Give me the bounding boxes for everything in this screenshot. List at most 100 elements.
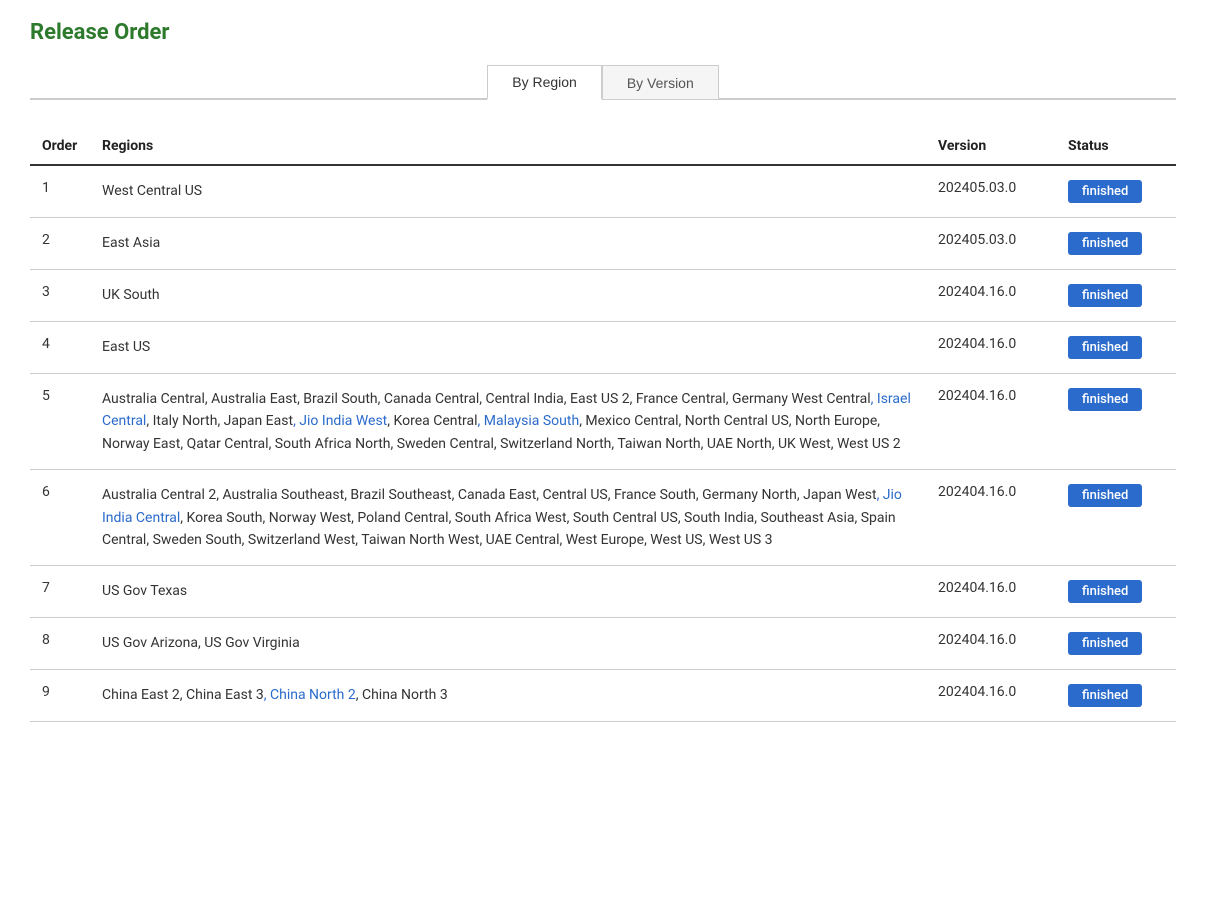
region-text: , Brazil South bbox=[297, 391, 378, 407]
region-text: , South India bbox=[678, 510, 754, 526]
table-row: 9China East 2, China East 3, China North… bbox=[30, 670, 1176, 722]
region-text: , US Gov Virginia bbox=[198, 635, 300, 651]
region-text: UK South bbox=[102, 287, 160, 303]
table-row: 5Australia Central, Australia East, Braz… bbox=[30, 374, 1176, 470]
region-text: , UK West bbox=[772, 436, 831, 452]
col-header-status: Status bbox=[1056, 130, 1176, 165]
region-text: , North Europe bbox=[789, 413, 877, 429]
cell-regions: UK South bbox=[90, 270, 926, 322]
region-text: , North Central US bbox=[679, 413, 789, 429]
region-text: West Central US bbox=[102, 183, 202, 199]
status-badge: finished bbox=[1068, 180, 1142, 203]
cell-order: 6 bbox=[30, 470, 90, 566]
status-badge: finished bbox=[1068, 336, 1142, 359]
region-text: , Italy North bbox=[146, 413, 217, 429]
table-row: 6Australia Central 2, Australia Southeas… bbox=[30, 470, 1176, 566]
cell-order: 5 bbox=[30, 374, 90, 470]
region-text: , Qatar Central bbox=[180, 436, 268, 452]
cell-status: finished bbox=[1056, 165, 1176, 218]
region-text: , South Africa West bbox=[449, 510, 567, 526]
region-text: , Brazil Southeast bbox=[344, 487, 451, 503]
table-row: 7US Gov Texas202404.16.0finished bbox=[30, 566, 1176, 618]
cell-version: 202404.16.0 bbox=[926, 374, 1056, 470]
region-text: , West Europe bbox=[560, 532, 645, 548]
region-text: , Taiwan North bbox=[611, 436, 700, 452]
region-text: , Australia East bbox=[205, 391, 297, 407]
cell-status: finished bbox=[1056, 618, 1176, 670]
cell-version: 202404.16.0 bbox=[926, 470, 1056, 566]
region-text: , Southeast Asia bbox=[754, 510, 854, 526]
cell-order: 4 bbox=[30, 322, 90, 374]
status-badge: finished bbox=[1068, 632, 1142, 655]
region-link[interactable]: , Malaysia South bbox=[478, 413, 580, 429]
page-title: Release Order bbox=[30, 20, 1176, 45]
cell-regions: China East 2, China East 3, China North … bbox=[90, 670, 926, 722]
cell-regions: US Gov Arizona, US Gov Virginia bbox=[90, 618, 926, 670]
region-text: Australia Central 2 bbox=[102, 487, 216, 503]
cell-version: 202404.16.0 bbox=[926, 670, 1056, 722]
region-text: , Canada Central bbox=[378, 391, 480, 407]
table-row: 3UK South202404.16.0finished bbox=[30, 270, 1176, 322]
region-text: , Japan East bbox=[217, 413, 293, 429]
cell-regions: West Central US bbox=[90, 165, 926, 218]
col-header-order: Order bbox=[30, 130, 90, 165]
region-text: East Asia bbox=[102, 235, 160, 251]
region-text: , Korea Central bbox=[387, 413, 477, 429]
cell-status: finished bbox=[1056, 670, 1176, 722]
region-text: , South Central US bbox=[567, 510, 678, 526]
region-text: , West US bbox=[644, 532, 703, 548]
region-text: , South Africa North bbox=[269, 436, 391, 452]
region-text: , Norway West bbox=[263, 510, 352, 526]
region-text: , Central India bbox=[479, 391, 564, 407]
table-row: 8US Gov Arizona, US Gov Virginia202404.1… bbox=[30, 618, 1176, 670]
cell-status: finished bbox=[1056, 566, 1176, 618]
col-header-regions: Regions bbox=[90, 130, 926, 165]
region-text: , Germany North bbox=[696, 487, 797, 503]
cell-version: 202404.16.0 bbox=[926, 270, 1056, 322]
status-badge: finished bbox=[1068, 484, 1142, 507]
region-text: East US bbox=[102, 339, 150, 355]
table-row: 4 East US 202404.16.0 finished bbox=[30, 322, 1176, 374]
region-link[interactable]: , Jio India West bbox=[293, 413, 387, 429]
cell-status: finished bbox=[1056, 322, 1176, 374]
status-badge: finished bbox=[1068, 580, 1142, 603]
cell-order: 9 bbox=[30, 670, 90, 722]
cell-order: 8 bbox=[30, 618, 90, 670]
region-text: , Mexico Central bbox=[579, 413, 678, 429]
tab-by-region[interactable]: By Region bbox=[487, 65, 602, 100]
region-text: , China North 3 bbox=[356, 687, 448, 703]
region-text: US Gov Texas bbox=[102, 583, 187, 599]
region-text: , UAE Central bbox=[479, 532, 559, 548]
cell-regions: Australia Central 2, Australia Southeast… bbox=[90, 470, 926, 566]
status-badge: finished bbox=[1068, 232, 1142, 255]
cell-status: finished bbox=[1056, 218, 1176, 270]
cell-regions: US Gov Texas bbox=[90, 566, 926, 618]
region-text: , Japan West bbox=[797, 487, 877, 503]
region-text: Australia Central bbox=[102, 391, 205, 407]
table-row: 2East Asia202405.03.0finished bbox=[30, 218, 1176, 270]
region-text: , Germany West Central bbox=[726, 391, 871, 407]
status-badge: finished bbox=[1068, 684, 1142, 707]
tab-by-version[interactable]: By Version bbox=[602, 65, 719, 100]
cell-version: 202404.16.0 bbox=[926, 322, 1056, 374]
region-text: , Korea South bbox=[180, 510, 262, 526]
region-text: , France South bbox=[608, 487, 696, 503]
region-text: , Taiwan North West bbox=[355, 532, 479, 548]
region-text: , Australia Southeast bbox=[216, 487, 344, 503]
table-row: 1West Central US202405.03.0finished bbox=[30, 165, 1176, 218]
cell-regions: East Asia bbox=[90, 218, 926, 270]
region-text: , Poland Central bbox=[351, 510, 448, 526]
cell-order: 1 bbox=[30, 165, 90, 218]
release-order-table: Order Regions Version Status 1West Centr… bbox=[30, 130, 1176, 722]
region-text: , Switzerland West bbox=[242, 532, 356, 548]
region-text: , Switzerland North bbox=[494, 436, 612, 452]
region-text: , UAE North bbox=[701, 436, 772, 452]
cell-status: finished bbox=[1056, 470, 1176, 566]
status-badge: finished bbox=[1068, 284, 1142, 307]
main-content: Order Regions Version Status 1West Centr… bbox=[30, 100, 1176, 722]
region-text: , China East 3 bbox=[180, 687, 264, 703]
region-link[interactable]: , China North 2 bbox=[264, 687, 356, 703]
tabs-container: By Region By Version bbox=[30, 65, 1176, 100]
region-text: , Canada East bbox=[452, 487, 537, 503]
cell-regions: Australia Central, Australia East, Brazi… bbox=[90, 374, 926, 470]
